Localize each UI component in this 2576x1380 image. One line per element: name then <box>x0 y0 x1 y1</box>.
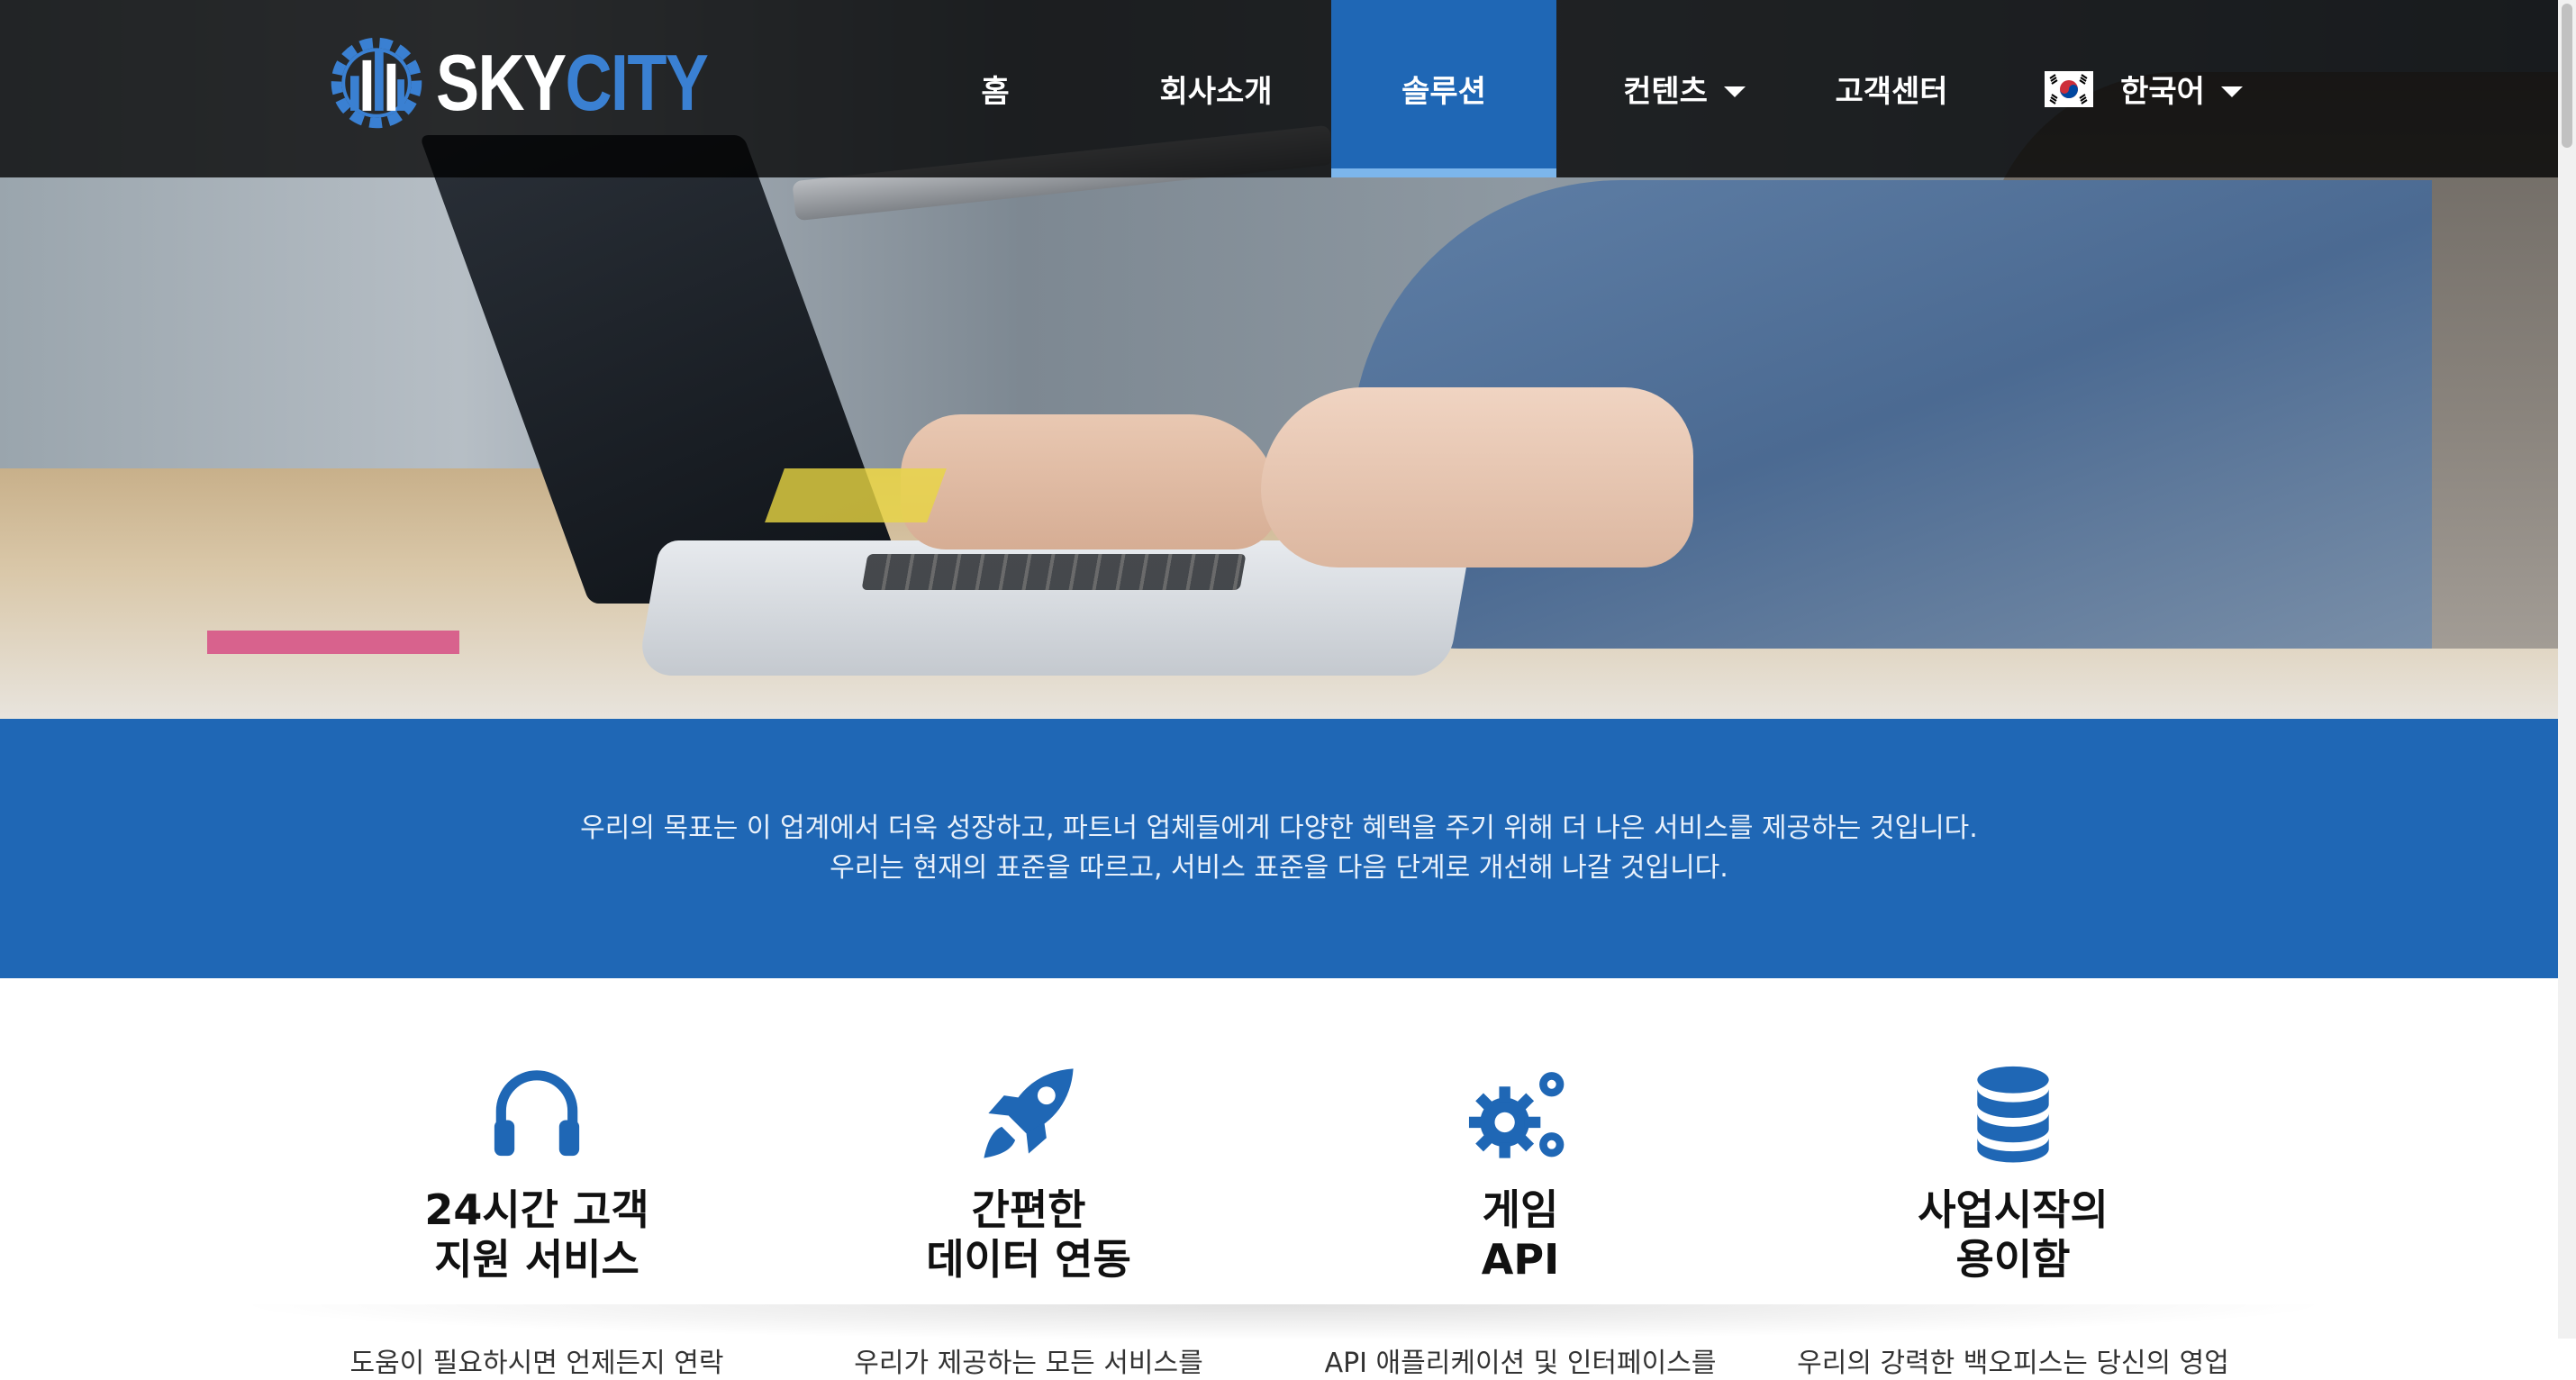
nav-about[interactable]: 회사소개 <box>1126 0 1306 177</box>
rocket-icon <box>984 1068 1074 1158</box>
feature-title: 24시간 고객 지원 서비스 <box>424 1185 649 1284</box>
korea-flag-icon <box>2045 70 2094 107</box>
nav-support[interactable]: 고객센터 <box>1810 0 1973 177</box>
nav-contents-label: 컨텐츠 <box>1623 74 1708 110</box>
intro-text-line-1: 우리의 목표는 이 업계에서 더욱 성장하고, 파트너 업체들에게 다양한 혜택… <box>580 813 1978 844</box>
feature-title: 사업시작의 용이함 <box>1918 1185 2109 1284</box>
intro-section: 우리의 목표는 이 업계에서 더욱 성장하고, 파트너 업체들에게 다양한 혜택… <box>0 719 2558 978</box>
nav-home[interactable]: 홈 <box>919 0 1072 177</box>
nav-solutions-label: 솔루션 <box>1401 74 1486 110</box>
intro-text-line-2: 우리는 현재의 표준을 따르고, 서비스 표준을 다음 단계로 개선해 나갈 것… <box>830 852 1728 884</box>
scrollbar-thumb[interactable] <box>2562 4 2572 148</box>
feature-desc: API 애플리케이션 및 인터페이스를 <box>1324 1348 1717 1379</box>
city-gear-logo-icon <box>331 37 422 129</box>
language-selector[interactable]: 한국어 <box>2027 0 2261 177</box>
nav-home-label: 홈 <box>981 74 1010 110</box>
feature-desc: 우리의 강력한 백오피스는 당신의 영업 <box>1797 1348 2229 1379</box>
logo-city-text: CITY <box>565 38 708 127</box>
headphones-icon <box>494 1070 580 1157</box>
logo-sky-text: SKY <box>436 38 567 127</box>
feature-title: 간편한 데이터 연동 <box>926 1185 1131 1284</box>
features-section: 24시간 고객 지원 서비스 도움이 필요하시면 언제든지 연락 간편한 데이터… <box>0 978 2558 1379</box>
database-icon <box>1977 1066 2049 1163</box>
chevron-down-icon <box>1723 86 1746 97</box>
gears-icon <box>1468 1072 1565 1158</box>
page-scrollbar[interactable] <box>2558 0 2576 1339</box>
card-shadow <box>225 1304 2342 1340</box>
language-label: 한국어 <box>2120 74 2205 110</box>
feature-desc: 도움이 필요하시면 언제든지 연락 <box>349 1348 724 1379</box>
logo-wordmark: SKYCITY <box>436 37 709 129</box>
nav-contents[interactable]: 컨텐츠 <box>1585 0 1783 177</box>
chevron-down-icon <box>2220 86 2243 97</box>
nav-solutions[interactable]: 솔루션 <box>1331 0 1556 177</box>
feature-title: 게임 API <box>1481 1185 1560 1284</box>
nav-about-label: 회사소개 <box>1159 74 1273 110</box>
top-navbar: SKYCITY 홈 회사소개 솔루션 컨텐츠 고객센터 한국어 <box>0 0 2558 177</box>
nav-support-label: 고객센터 <box>1835 74 1948 110</box>
feature-desc: 우리가 제공하는 모든 서비스를 <box>854 1348 1203 1379</box>
site-logo[interactable]: SKYCITY <box>324 29 766 137</box>
